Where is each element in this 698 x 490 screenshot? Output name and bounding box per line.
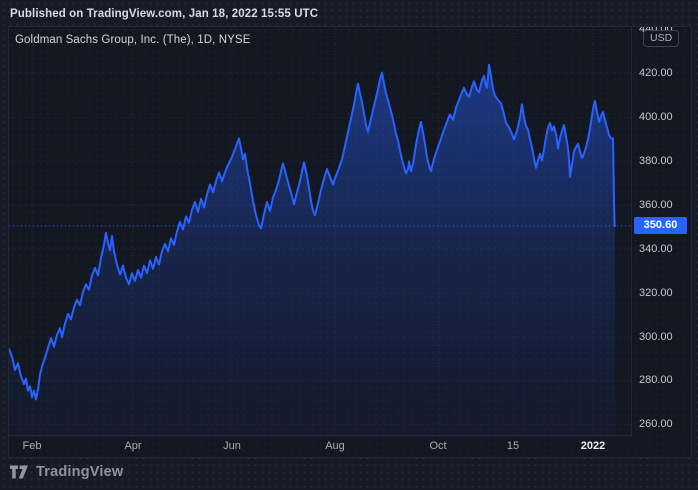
y-axis-label: 340.00 (639, 243, 673, 256)
tradingview-logo-text: TradingView (36, 464, 123, 480)
chart-widget: Goldman Sachs Group, Inc. (The), 1D, NYS… (8, 26, 692, 458)
x-axis-label: Apr (124, 440, 141, 452)
price-chart (9, 27, 632, 437)
y-axis-label: 320.00 (639, 287, 673, 300)
tradingview-snapshot: { "published_bar": { "text": "Published … (0, 0, 698, 490)
y-axis-label: 380.00 (639, 155, 673, 168)
price-axis: 440.00420.00400.00380.00360.00340.00320.… (631, 27, 691, 437)
published-bar: Published on TradingView.com, Jan 18, 20… (10, 5, 318, 23)
footer: TradingView (10, 462, 123, 482)
x-axis-label: Oct (429, 440, 446, 452)
x-axis-label: Jun (223, 440, 241, 452)
x-axis-label: 2022 (581, 440, 605, 452)
y-axis-label: 420.00 (639, 67, 673, 80)
last-price-badge: 350.60 (634, 217, 687, 234)
y-axis-label: 260.00 (639, 418, 673, 431)
x-axis-label: Feb (23, 440, 42, 452)
plot-area (9, 27, 632, 437)
currency-badge: USD (643, 30, 679, 47)
x-axis-label: Aug (325, 440, 345, 452)
time-axis: Feb Apr Jun Aug Oct 15 2022 (9, 435, 632, 457)
chart-title: Goldman Sachs Group, Inc. (The), 1D, NYS… (15, 34, 250, 46)
y-axis-label: 360.00 (639, 199, 673, 212)
y-axis-label: 300.00 (639, 331, 673, 344)
tradingview-logo-icon (10, 465, 29, 479)
y-axis-label: 400.00 (639, 111, 673, 124)
y-axis-label: 280.00 (639, 374, 673, 387)
x-axis-label: 15 (507, 440, 519, 452)
